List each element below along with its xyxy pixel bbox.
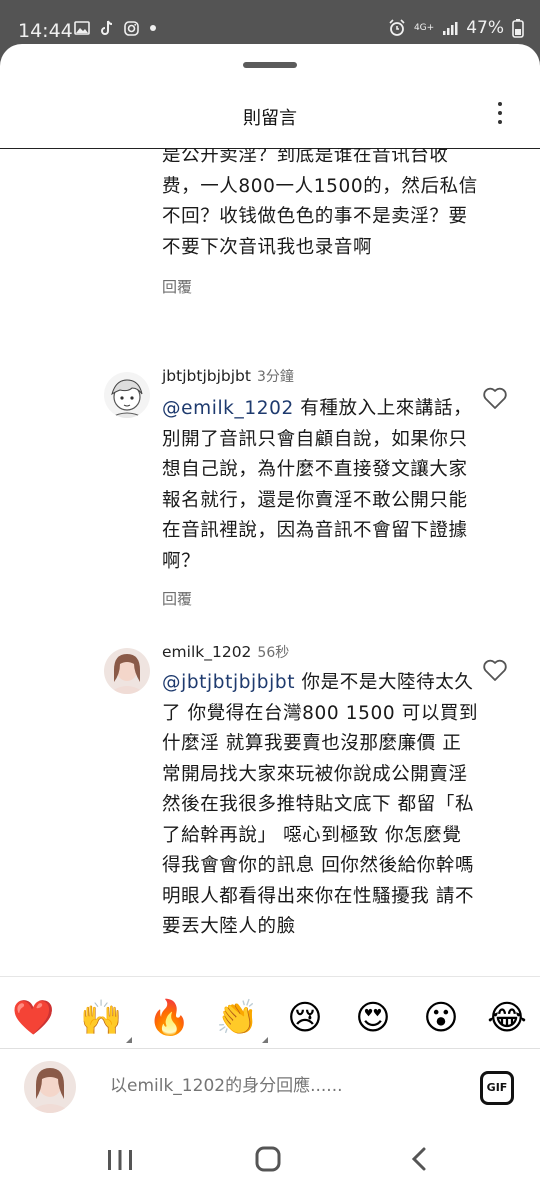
- instagram-icon: [124, 20, 139, 36]
- reply-input-row: GIF: [0, 1048, 540, 1123]
- network-icon: 4G+: [413, 22, 435, 33]
- tiktok-icon: [101, 20, 113, 35]
- comment-time: 56秒: [257, 645, 290, 661]
- status-time: 14:44: [18, 20, 73, 42]
- tears-of-joy-emoji[interactable]: 😂: [486, 997, 528, 1039]
- reply-button[interactable]: 回覆: [162, 588, 192, 609]
- sheet-header: 則留言: [0, 84, 540, 149]
- dot-icon: [150, 25, 156, 31]
- more-options-icon[interactable]: [490, 102, 510, 132]
- gif-button[interactable]: GIF: [480, 1071, 514, 1105]
- system-nav-bar: [0, 1114, 540, 1200]
- heart-emoji[interactable]: ❤️: [12, 997, 54, 1039]
- signal-icon: [443, 22, 458, 35]
- heart-eyes-emoji[interactable]: 😍: [352, 997, 394, 1039]
- mention-link[interactable]: @jbtjbtjbjbjbt: [162, 672, 295, 693]
- home-icon[interactable]: [248, 1144, 288, 1174]
- crying-face-emoji[interactable]: 😢: [284, 997, 326, 1039]
- reply-button[interactable]: 回覆: [162, 276, 192, 297]
- avatar[interactable]: [104, 648, 150, 694]
- avatar[interactable]: [104, 372, 150, 418]
- avatar: [24, 1061, 76, 1113]
- status-notification-icons: [74, 20, 157, 36]
- battery-icon: [512, 19, 524, 38]
- comment-text: @emilk_1202 有種放入上來講話，別開了音訊只會自顧自說，如果你只想自己…: [162, 398, 473, 572]
- gallery-icon: [74, 21, 90, 35]
- clapping-emoji[interactable]: 👏: [216, 997, 268, 1043]
- mention-link[interactable]: @emilk_1202: [162, 398, 294, 419]
- comments-sheet: 則留言 是公开卖淫？到底是谁在音讯台收费，一人800一人1500的，然后私信不回…: [0, 44, 540, 1200]
- battery-percent: 47%: [466, 18, 504, 38]
- like-heart-icon[interactable]: [482, 658, 508, 682]
- raised-hands-emoji[interactable]: 🙌: [80, 997, 132, 1043]
- username-text[interactable]: emilk_1202: [162, 643, 251, 661]
- comment-text: 是公开卖淫？到底是谁在音讯台收费，一人800一人1500的，然后私信不回？收钱做…: [162, 148, 478, 258]
- comment-input[interactable]: [108, 1075, 452, 1097]
- comment-time: 3分鐘: [256, 369, 294, 385]
- username-text[interactable]: jbtjbtjbjbjbt: [162, 367, 251, 385]
- recent-apps-icon[interactable]: [100, 1144, 140, 1174]
- page-title: 則留言: [243, 108, 297, 129]
- fire-emoji[interactable]: 🔥: [148, 997, 190, 1039]
- comment-text: @jbtjbtjbjbjbt 你是不是大陸待太久了 你覺得在台灣800 1500…: [162, 672, 479, 937]
- alarm-icon: [389, 19, 405, 36]
- comment-username[interactable]: emilk_1202 56秒: [162, 642, 289, 662]
- like-heart-icon[interactable]: [482, 386, 508, 410]
- comment-list[interactable]: 是公开卖淫？到底是谁在音讯台收费，一人800一人1500的，然后私信不回？收钱做…: [0, 148, 540, 978]
- surprised-face-emoji[interactable]: 😮: [420, 997, 462, 1039]
- comment-username[interactable]: jbtjbtjbjbjbt 3分鐘: [162, 366, 294, 386]
- status-right: 4G+ 47%: [388, 18, 524, 38]
- back-icon[interactable]: [400, 1144, 440, 1174]
- drag-handle[interactable]: [243, 62, 297, 68]
